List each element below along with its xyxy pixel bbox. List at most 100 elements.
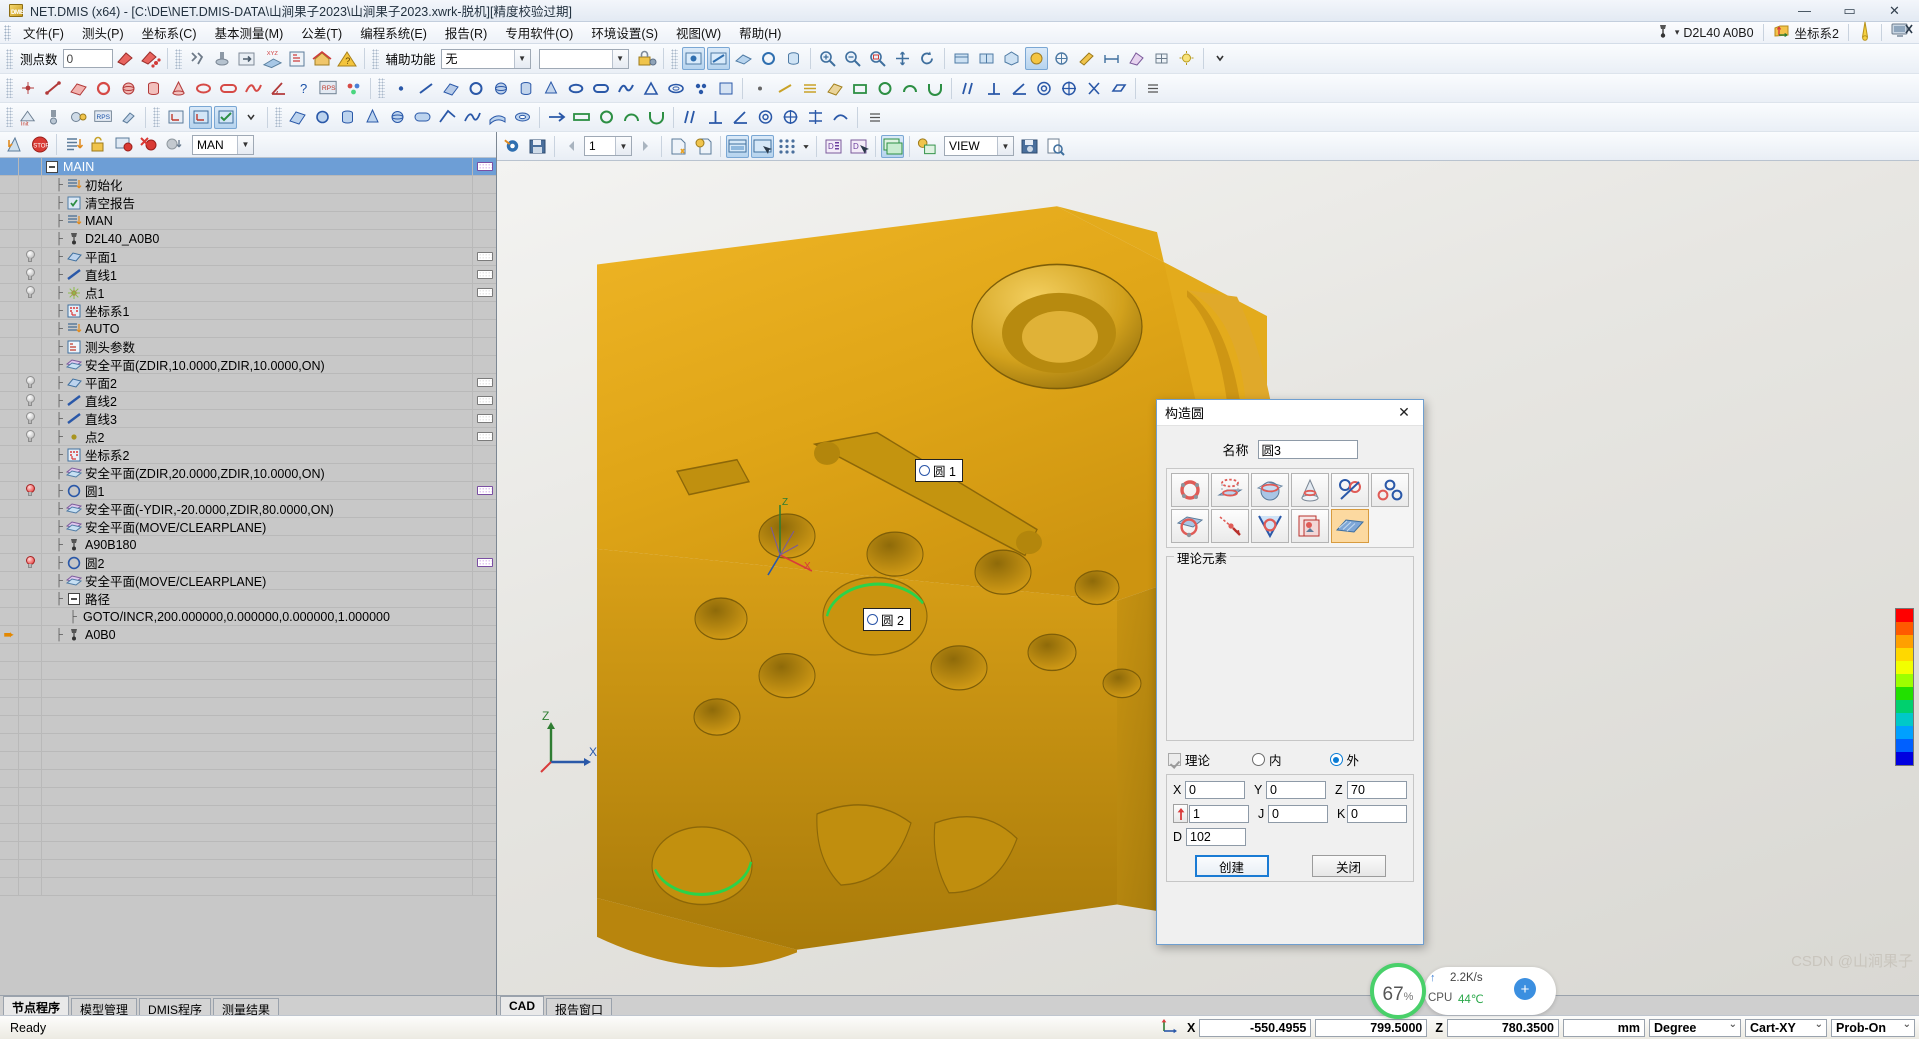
auto-circle-icon[interactable] <box>311 106 334 129</box>
csys-edit-icon[interactable] <box>189 105 212 129</box>
tree-row[interactable]: ├ 路径 <box>0 590 496 608</box>
dmis-list-icon[interactable]: D <box>822 135 845 158</box>
gd-perpendicular-icon[interactable] <box>704 106 727 129</box>
tree-label-cell[interactable]: ├ A90B180 <box>42 537 472 552</box>
circle-copy-icon[interactable] <box>1291 509 1329 543</box>
tree-bulb-cell[interactable] <box>19 518 42 535</box>
tree-row[interactable]: ├ 安全平面(ZDIR,10.0000,ZDIR,10.0000,ON) <box>0 356 496 374</box>
disconnect-monitor-icon[interactable] <box>1891 22 1913 43</box>
tree-row[interactable]: ➨ ├ A0B0 <box>0 626 496 644</box>
chevron-down-icon-2[interactable]: ▼ <box>611 49 628 68</box>
tree-row[interactable]: ├ GOTO/INCR,200.000000,0.000000,0.000000,… <box>0 608 496 626</box>
tree-label-cell[interactable]: ├ 平面1 <box>42 247 472 266</box>
csys-create-icon[interactable] <box>164 106 187 129</box>
tree-label-cell[interactable]: ├ A0B0 <box>42 627 472 642</box>
geom-line-icon[interactable] <box>414 77 437 100</box>
tree-label-cell[interactable]: ├ GOTO/INCR,200.000000,0.000000,0.000000,… <box>42 610 472 624</box>
tree-row[interactable]: ├ 点2 <box>0 428 496 446</box>
circle-path-icon[interactable] <box>595 106 618 129</box>
bulb-icon[interactable] <box>25 250 35 263</box>
inner-radio[interactable] <box>1252 753 1266 766</box>
page-select[interactable]: 1 ▼ <box>584 136 632 156</box>
menu-measure[interactable]: 基本测量(M) <box>206 20 293 45</box>
tree-bulb-cell[interactable] <box>19 320 42 337</box>
tree-row[interactable]: ├ A90B180 <box>0 536 496 554</box>
tree-label-cell[interactable]: ├ 安全平面(-YDIR,-20.0000,ZDIR,80.0000,ON) <box>42 499 472 518</box>
wireframe-view-icon[interactable] <box>1050 47 1073 70</box>
unlock-icon[interactable] <box>87 133 110 156</box>
geom-plane-icon[interactable] <box>439 77 462 100</box>
toolbar-grip-7[interactable] <box>6 107 13 127</box>
left-tab-2[interactable]: DMIS程序 <box>139 998 212 1017</box>
tol-perpendicular-icon[interactable] <box>982 77 1005 100</box>
const-rect-icon[interactable] <box>848 77 871 100</box>
init-program-icon[interactable]: Init <box>17 106 40 129</box>
tree-mode-select[interactable]: MAN ▼ <box>192 134 254 155</box>
tree-label-cell[interactable]: ├ AUTO <box>42 321 472 336</box>
geom-misc-icon[interactable] <box>714 77 737 100</box>
viewport-tab-0[interactable]: CAD <box>500 996 544 1015</box>
tree-bulb-cell[interactable] <box>19 248 42 265</box>
annotate-icon[interactable] <box>1075 47 1098 70</box>
u-path-icon[interactable] <box>645 106 668 129</box>
program-tree[interactable]: MAIN ├ 初始化 ├ 清空报告 ├ MAN ├ D2L40_A0B0 ├ 平面1 ├ 直线1 ├ 点1 ├… <box>0 158 496 995</box>
close-button[interactable]: ✕ <box>1872 0 1917 21</box>
menu-software[interactable]: 专用软件(O) <box>496 20 582 45</box>
menu-programming[interactable]: 编程系统(E) <box>351 20 436 45</box>
tree-label-cell[interactable]: ├ 测头参数 <box>42 337 472 356</box>
circle-line-intersect-icon[interactable] <box>1331 473 1369 507</box>
x-input[interactable] <box>1185 781 1245 799</box>
csys-apply-icon[interactable] <box>214 105 237 129</box>
tree-bulb-cell[interactable] <box>19 590 42 607</box>
rotate-view-icon[interactable] <box>916 47 939 70</box>
view-select[interactable]: VIEW ▼ <box>944 136 1014 156</box>
tol-runout-icon[interactable] <box>1082 77 1105 100</box>
remove-breakpoint-icon[interactable] <box>137 133 160 156</box>
tree-row[interactable]: ├ MAN <box>0 212 496 230</box>
toolbar-grip-6[interactable] <box>378 78 385 98</box>
const-arc-icon[interactable] <box>898 77 921 100</box>
maximize-button[interactable]: ▭ <box>1827 0 1872 21</box>
zoom-fit-icon[interactable] <box>866 47 889 70</box>
geom-cone-icon[interactable] <box>539 77 562 100</box>
menu-settings[interactable]: 环境设置(S) <box>582 20 667 45</box>
page-settings-icon[interactable] <box>692 135 715 158</box>
gd-angle-icon[interactable] <box>729 106 752 129</box>
tree-bulb-cell[interactable] <box>19 158 42 175</box>
geom-circle-icon[interactable] <box>464 77 487 100</box>
dmis-pick-icon[interactable]: D <box>847 135 870 158</box>
grid-toggle-icon[interactable] <box>1150 47 1173 70</box>
tree-bulb-cell[interactable] <box>19 410 42 427</box>
lock-settings-icon[interactable] <box>635 47 658 70</box>
cone-feature-icon[interactable] <box>167 77 190 100</box>
bulb-icon[interactable] <box>25 286 35 299</box>
report-window-icon[interactable] <box>881 134 904 158</box>
csys-more-icon[interactable] <box>239 106 262 129</box>
rps-align-icon[interactable]: RPS <box>92 106 115 129</box>
tree-row[interactable]: ├ 平面2 <box>0 374 496 392</box>
auto-surface-icon[interactable] <box>486 106 509 129</box>
view-front-icon[interactable] <box>975 47 998 70</box>
export-arrow-icon[interactable] <box>236 47 259 70</box>
erase-all-icon[interactable] <box>139 47 162 70</box>
i-input[interactable] <box>1189 804 1250 823</box>
tree-bulb-cell[interactable] <box>19 464 42 481</box>
tree-row[interactable]: ├ 安全平面(MOVE/CLEARPLANE) <box>0 518 496 536</box>
view-options-icon[interactable] <box>915 135 938 158</box>
menu-view[interactable]: 视图(W) <box>667 20 730 45</box>
point-cloud-icon[interactable] <box>776 135 799 158</box>
tree-label-cell[interactable]: ├ 直线1 <box>42 265 472 284</box>
tree-row[interactable]: ├ D2L40_A0B0 <box>0 230 496 248</box>
sphere-feature-icon[interactable] <box>117 77 140 100</box>
point-count-input[interactable] <box>62 49 113 68</box>
tree-bulb-cell[interactable] <box>19 356 42 373</box>
bulb-icon[interactable] <box>25 376 35 389</box>
z-input[interactable] <box>1347 781 1407 799</box>
circle-v-groove-icon[interactable] <box>1251 509 1289 543</box>
tree-row[interactable]: ├ 直线1 <box>0 266 496 284</box>
home-position-icon[interactable] <box>311 47 334 70</box>
close-button-dialog[interactable]: 关闭 <box>1311 855 1386 877</box>
tree-row[interactable]: ├ 初始化 <box>0 176 496 194</box>
const-midline-icon[interactable] <box>798 77 821 100</box>
measure-plane-icon[interactable] <box>732 47 755 70</box>
